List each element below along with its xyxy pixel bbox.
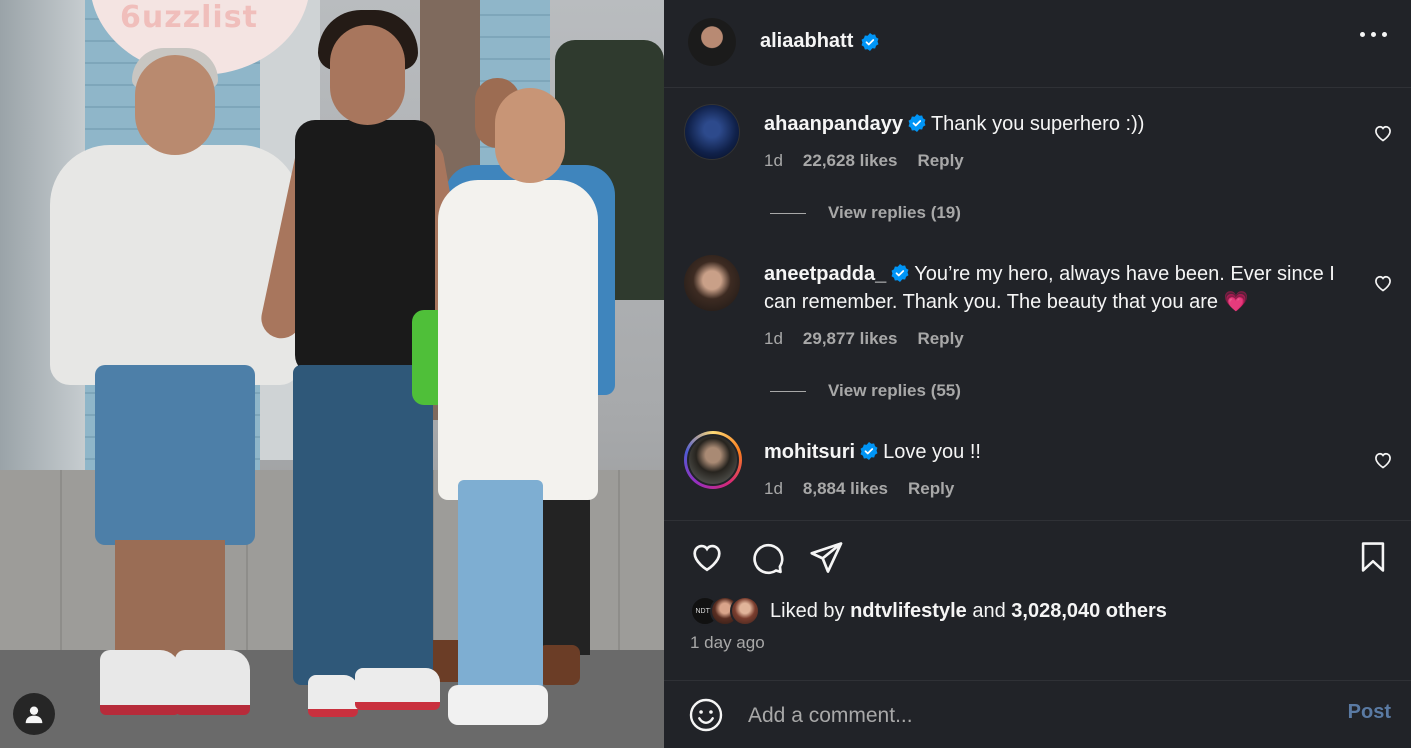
reply-button[interactable]: Reply (917, 151, 963, 171)
comment-meta: 1d 29,877 likes Reply (764, 329, 964, 349)
comment-like-heart-icon[interactable] (1373, 450, 1393, 470)
replies-divider (770, 212, 806, 214)
comment-like-heart-icon[interactable] (1373, 273, 1393, 293)
view-replies-label: View replies (55) (828, 381, 961, 400)
comment-time[interactable]: 1d (764, 151, 783, 171)
comment-likes[interactable]: 29,877 likes (803, 329, 898, 349)
bookmark-icon[interactable] (1356, 539, 1390, 575)
comment-text: Thank you superhero :)) (930, 113, 1145, 135)
comment-username[interactable]: mohitsuri (764, 441, 855, 463)
comment-time[interactable]: 1d (764, 329, 783, 349)
liked-by-username[interactable]: ndtvlifestyle (850, 600, 967, 622)
verified-badge-icon (891, 264, 909, 282)
verified-badge-icon (908, 114, 926, 132)
comment-username[interactable]: ahaanpandayy (764, 113, 903, 135)
comment-body: ahaanpandayy Thank you superhero :)) (764, 110, 1354, 138)
comment-body: mohitsuri Love you !! (764, 438, 1354, 466)
liked-by-avatars[interactable]: NDTV (690, 596, 762, 626)
more-options-button[interactable] (1360, 32, 1387, 37)
post-comment-button[interactable]: Post (1348, 701, 1391, 724)
comment-avatar[interactable] (684, 255, 740, 311)
comment-likes[interactable]: 8,884 likes (803, 479, 888, 499)
comment-avatar[interactable] (684, 104, 740, 160)
comment-like-heart-icon[interactable] (1373, 123, 1393, 143)
share-icon[interactable] (808, 539, 844, 575)
likes-prefix: Liked by (770, 599, 845, 622)
post-timestamp[interactable]: 1 day ago (690, 633, 765, 653)
likes-summary: NDTV Liked by ndtvlifestyle and 3,028,04… (690, 596, 1167, 626)
tagged-users-button[interactable] (13, 693, 55, 735)
user-icon (25, 706, 43, 724)
more-horizontal-icon (1360, 32, 1365, 37)
comment-avatar[interactable] (684, 431, 742, 489)
comment-time[interactable]: 1d (764, 479, 783, 499)
likes-text: Liked by ndtvlifestyle and 3,028,040 oth… (770, 600, 1167, 623)
emoji-icon[interactable] (688, 697, 724, 733)
comment-text: Love you !! (883, 441, 981, 463)
view-replies-button[interactable]: View replies (55) (770, 381, 961, 401)
replies-divider (770, 390, 806, 392)
comment-meta: 1d 22,628 likes Reply (764, 151, 964, 171)
comment-meta: 1d 8,884 likes Reply (764, 479, 954, 499)
comment-body: aneetpadda_ You’re my hero, always have b… (764, 260, 1354, 316)
instagram-post: 6uzzlist aliaabhatt ahaanpandayy Thank y… (0, 0, 1411, 748)
comment-username[interactable]: aneetpadda_ (764, 263, 886, 285)
reply-button[interactable]: Reply (917, 329, 963, 349)
liked-by-avatar (730, 596, 760, 626)
view-replies-label: View replies (19) (828, 203, 961, 222)
add-comment-bar: Post (664, 680, 1411, 748)
author-avatar[interactable] (688, 18, 736, 66)
shop-sign-text: 6uzzlist (120, 0, 258, 35)
post-header: aliaabhatt (664, 0, 1411, 88)
view-replies-button[interactable]: View replies (19) (770, 203, 961, 223)
verified-badge-icon (860, 442, 878, 460)
likes-and: and (972, 599, 1006, 622)
post-photo[interactable]: 6uzzlist (0, 0, 664, 748)
likes-count[interactable]: 3,028,040 others (1011, 600, 1167, 622)
add-comment-input[interactable] (748, 699, 1308, 733)
comment-likes[interactable]: 22,628 likes (803, 151, 898, 171)
post-side-panel: aliaabhatt ahaanpandayy Thank you superhe… (664, 0, 1411, 748)
verified-badge-icon (861, 33, 879, 51)
heart-icon[interactable] (689, 539, 725, 575)
reply-button[interactable]: Reply (908, 479, 954, 499)
comment-icon[interactable] (749, 539, 785, 575)
post-action-bar (664, 520, 1411, 592)
author-username[interactable]: aliaabhatt (760, 30, 853, 53)
